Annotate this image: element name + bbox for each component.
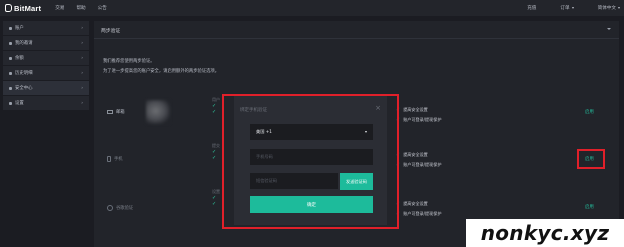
top-nav-links: 交易 帮助 公告 bbox=[55, 5, 119, 11]
phone-row-label: 手机 bbox=[107, 156, 123, 162]
bind-phone-modal: 绑定手机验证 × 美国 +1 手机号码 短信验证码 发送验证码 确定 bbox=[234, 96, 387, 225]
google-benefits: ✓ 提高安全设置 ✓ 账户可登录/提现保护 bbox=[396, 201, 441, 221]
nav-link-trade[interactable]: 交易 bbox=[55, 5, 64, 11]
sidebar-item-label: 余额 bbox=[15, 56, 24, 61]
panel-header[interactable]: 两步验证 bbox=[94, 21, 619, 39]
user-icon bbox=[9, 26, 12, 30]
page-title: 两步验证 bbox=[101, 29, 121, 34]
sidebar-item-label: 设置 bbox=[15, 101, 24, 106]
bitmart-logo-icon bbox=[5, 4, 12, 12]
chevron-right-icon: › bbox=[81, 26, 83, 31]
benefit-item: ✓ 提高安全设置 bbox=[396, 107, 441, 113]
chevron-right-icon: › bbox=[81, 56, 83, 61]
chevron-right-icon: › bbox=[81, 71, 83, 76]
sidebar-item-invite[interactable]: 我的邀请 › bbox=[3, 36, 89, 50]
sidebar-item-label: 账户 bbox=[15, 26, 24, 31]
benefit-text: 账户可登录/提现保护 bbox=[403, 211, 442, 216]
nav-link-orders[interactable]: 订单 bbox=[548, 5, 574, 11]
top-nav-bar: BitMart 交易 帮助 公告 充值 订单 简体中文 bbox=[0, 0, 624, 16]
benefit-item: ✓ 账户可登录/提现保护 bbox=[396, 211, 441, 217]
close-icon[interactable]: × bbox=[375, 104, 381, 112]
sidebar-item-account[interactable]: 账户 › bbox=[3, 21, 89, 35]
watermark-text: nonkyc.xyz bbox=[480, 221, 610, 245]
nav-link-help[interactable]: 帮助 bbox=[76, 5, 85, 11]
benefit-text: 提高安全设置 bbox=[403, 201, 428, 206]
email-benefits: ✓ 提高安全设置 ✓ 账户可登录/提现保护 bbox=[396, 107, 441, 127]
chevron-down-icon bbox=[607, 28, 611, 30]
benefit-item: ✓ 账户可登录/提现保护 bbox=[396, 162, 441, 168]
phone-number-input[interactable]: 手机号码 bbox=[250, 149, 373, 165]
chevron-down-icon bbox=[618, 6, 620, 9]
chevron-right-icon: › bbox=[81, 41, 83, 46]
country-code-value: 美国 +1 bbox=[256, 129, 272, 134]
benefit-text: 提高安全设置 bbox=[403, 107, 428, 112]
brand-logo[interactable]: BitMart bbox=[5, 4, 41, 13]
gear-icon bbox=[9, 101, 12, 105]
phone-number-placeholder: 手机号码 bbox=[256, 154, 273, 159]
sms-code-placeholder: 短信验证码 bbox=[256, 178, 277, 183]
sidebar-item-label: 我的邀请 bbox=[15, 41, 33, 46]
email-row-label: 邮箱 bbox=[107, 109, 125, 115]
send-code-button[interactable]: 发送验证码 bbox=[340, 173, 373, 190]
enable-google-button[interactable]: 启用 bbox=[585, 204, 594, 210]
enable-email-button[interactable]: 启用 bbox=[585, 109, 594, 115]
sidebar-item-balance[interactable]: 余额 › bbox=[3, 51, 89, 65]
intro-text: 我们推荐您使用两步验证。 bbox=[103, 59, 155, 64]
language-select[interactable]: 简体中文 bbox=[586, 5, 620, 11]
benefit-text: 账户可登录/提现保护 bbox=[403, 117, 442, 122]
chevron-down-icon bbox=[365, 131, 367, 133]
sidebar-item-label: 安全中心 bbox=[15, 86, 33, 91]
nav-link-deposit[interactable]: 充值 bbox=[527, 5, 536, 11]
sidebar-item-history[interactable]: 历史明细 › bbox=[3, 66, 89, 80]
benefit-item: ✓ 账户可登录/提现保护 bbox=[396, 117, 441, 123]
sidebar-item-security[interactable]: 安全中心 › bbox=[3, 81, 89, 95]
benefit-text: 账户可登录/提现保护 bbox=[403, 162, 442, 167]
row-label-text: 手机 bbox=[114, 157, 123, 162]
country-code-select[interactable]: 美国 +1 bbox=[250, 124, 373, 140]
google-row-label: 谷歌验证 bbox=[107, 205, 133, 211]
benefit-item: ✓ 提高安全设置 bbox=[396, 152, 441, 158]
top-right-menu: 充值 订单 简体中文 bbox=[515, 0, 620, 16]
brand-name: BitMart bbox=[14, 3, 42, 13]
modal-title: 绑定手机验证 bbox=[240, 108, 267, 113]
chevron-right-icon: › bbox=[81, 86, 83, 91]
nav-link-announcement[interactable]: 公告 bbox=[98, 5, 107, 11]
benefit-text: 提高安全设置 bbox=[403, 152, 428, 157]
wallet-icon bbox=[9, 56, 12, 60]
account-sidebar: 账户 › 我的邀请 › 余额 › 历史明细 › 安全中心 › 设置 › bbox=[3, 21, 89, 111]
sms-code-input[interactable]: 短信验证码 bbox=[250, 173, 338, 189]
email-icon bbox=[107, 110, 113, 114]
phone-icon bbox=[107, 156, 111, 162]
benefit-item: ✓ 提高安全设置 bbox=[396, 201, 441, 207]
intro-text: 为了进一步提高您的账户安全，请启用额外的两步验证选项。 bbox=[103, 69, 220, 74]
language-label: 简体中文 bbox=[597, 6, 616, 11]
watermark: nonkyc.xyz bbox=[466, 219, 624, 247]
chevron-down-icon bbox=[571, 6, 574, 9]
history-icon bbox=[9, 71, 12, 75]
row-label-text: 邮箱 bbox=[116, 110, 125, 115]
blurred-email-image bbox=[146, 100, 170, 124]
row-label-text: 谷歌验证 bbox=[116, 206, 134, 211]
invite-icon bbox=[9, 41, 12, 45]
orders-label: 订单 bbox=[560, 6, 570, 11]
confirm-button[interactable]: 确定 bbox=[250, 196, 373, 213]
shield-icon bbox=[9, 86, 12, 90]
phone-benefits: ✓ 提高安全设置 ✓ 账户可登录/提现保护 bbox=[396, 152, 441, 172]
sidebar-item-label: 历史明细 bbox=[15, 71, 33, 76]
chevron-right-icon: › bbox=[81, 101, 83, 106]
sidebar-item-settings[interactable]: 设置 › bbox=[3, 96, 89, 110]
google-authenticator-icon bbox=[107, 205, 113, 211]
highlight-box bbox=[577, 149, 605, 169]
